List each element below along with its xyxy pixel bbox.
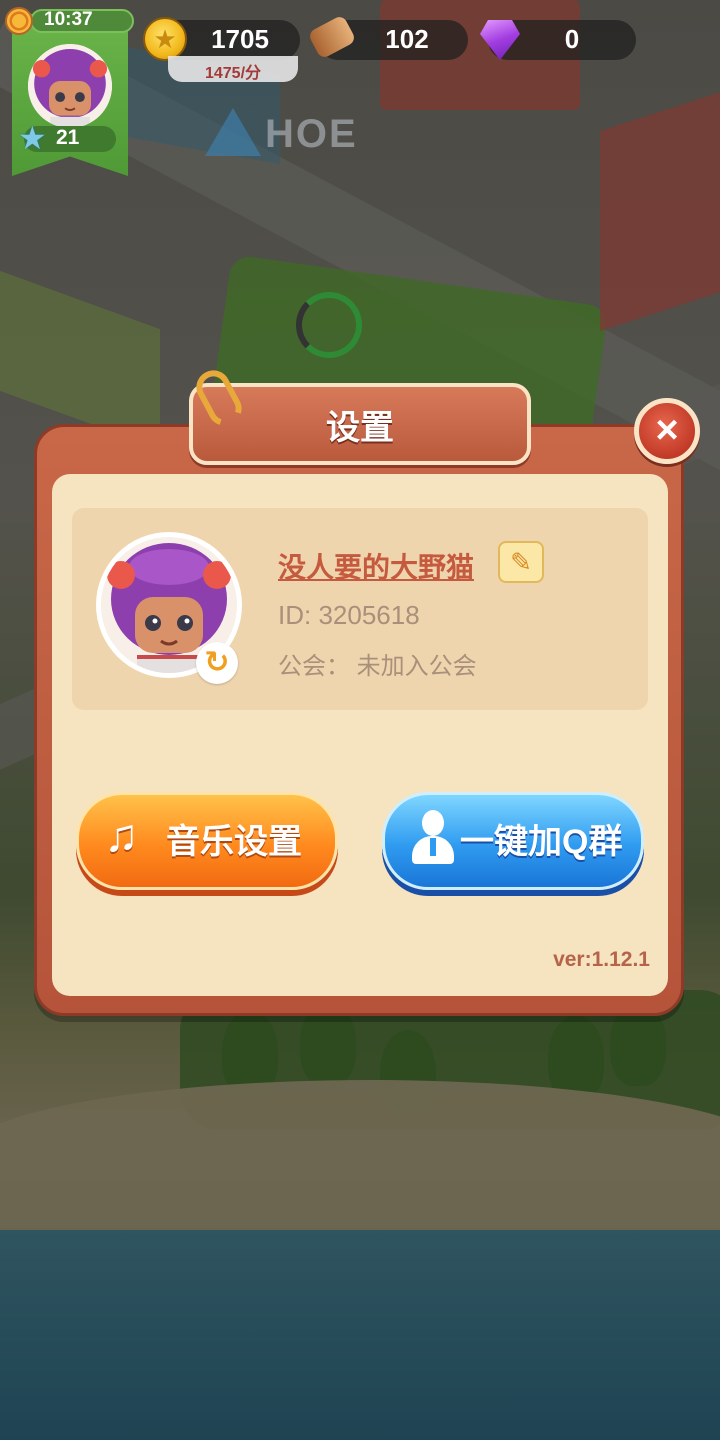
sun-icon (5, 7, 33, 35)
music-settings-label: 音乐设置 (166, 823, 302, 861)
map-building (600, 88, 720, 332)
version-text: ver:1.12.1 (553, 948, 650, 971)
avatar-character-icon (28, 44, 112, 128)
progress-ring (296, 292, 362, 358)
gem-amount: 0 (564, 24, 580, 54)
map-sign-text: HOE (265, 112, 358, 156)
pencil-icon[interactable]: ✎ (498, 541, 544, 583)
gold-amount: 1705 (211, 24, 269, 54)
player-avatar[interactable] (28, 44, 112, 128)
map-sea (0, 1230, 720, 1440)
player-guild: 公会： 未加入公会 (278, 653, 477, 680)
player-level: 21 (56, 126, 80, 149)
player-nickname[interactable]: 没人要的大野猫 (278, 546, 474, 586)
music-note-icon: ♫ (104, 809, 139, 861)
close-button[interactable]: × (634, 398, 700, 464)
dialog-title: 设置 (326, 409, 394, 447)
person-icon (412, 810, 454, 864)
clock-time: 10:37 (44, 9, 93, 30)
wood-amount: 102 (385, 24, 429, 54)
gold-rate: 1475/分 (204, 65, 262, 82)
join-qq-group-label: 一键加Q群 (460, 823, 623, 861)
player-id: ID: 3205618 (278, 600, 420, 630)
sign-triangle (205, 108, 261, 156)
refresh-avatar-icon[interactable]: ↻ (196, 642, 238, 684)
star-icon: ★ (18, 120, 47, 156)
